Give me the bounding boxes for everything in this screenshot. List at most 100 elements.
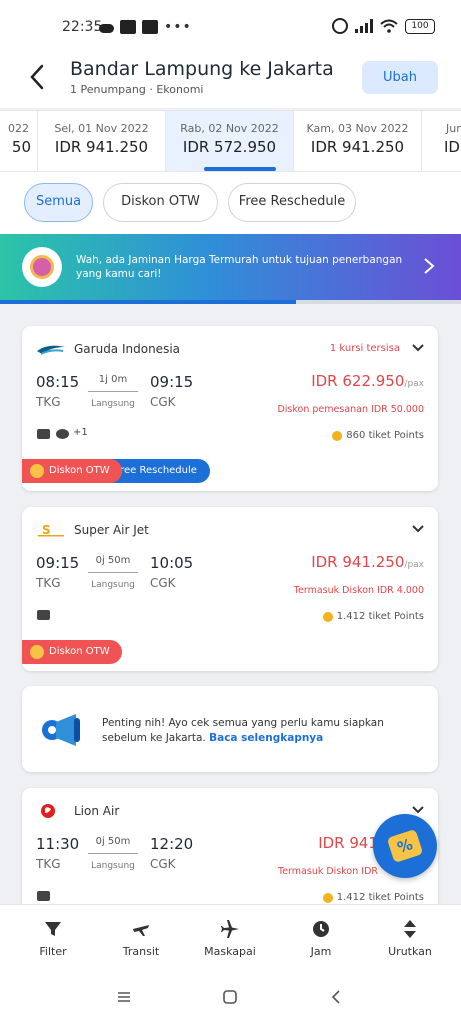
date-label: 022 xyxy=(8,122,29,135)
badge-icon xyxy=(22,247,62,287)
baggage-icon xyxy=(37,610,50,620)
chip-diskon-otw[interactable]: Diskon OTW xyxy=(103,183,218,222)
chip-free-reschedule[interactable]: Free Reschedule xyxy=(228,183,356,222)
diskon-otw-label: Diskon OTW xyxy=(49,646,110,657)
chevron-down-icon[interactable] xyxy=(411,805,425,815)
discount-coin-icon xyxy=(30,645,44,659)
route-line xyxy=(88,853,138,854)
transit-button[interactable]: Transit xyxy=(95,919,187,958)
baggage-icon xyxy=(37,891,50,901)
flight-price: IDR 941 xyxy=(318,834,378,852)
chevron-down-icon[interactable] xyxy=(411,524,425,534)
flight-type: Langsung xyxy=(91,399,135,409)
departure-code: TKG xyxy=(36,395,61,409)
chevron-right-icon xyxy=(424,258,435,274)
seats-left: 1 kursi tersisa xyxy=(329,343,400,354)
discount-text: Termasuk Diskon IDR 4.000 xyxy=(293,585,424,596)
filter-icon xyxy=(45,922,61,936)
filter-chips: Semua Diskon OTW Free Reschedule xyxy=(0,172,461,234)
arrival-code: CGK xyxy=(150,576,176,590)
points-info: 1.412 tiket Points xyxy=(322,611,424,622)
time-button[interactable]: Jam xyxy=(275,919,367,958)
youtube-icon xyxy=(142,20,158,34)
date-price: IDR 572.950 xyxy=(182,138,277,156)
alarm-icon xyxy=(332,18,348,34)
svg-text:S: S xyxy=(42,523,51,537)
recent-apps-icon[interactable] xyxy=(116,989,132,1005)
selected-indicator xyxy=(204,167,276,171)
status-notification-icons: ••• xyxy=(99,19,192,35)
flight-type: Langsung xyxy=(91,861,135,871)
arrival-code: CGK xyxy=(150,395,176,409)
departure-code: TKG xyxy=(36,857,61,871)
flight-price: IDR 941.250/pax xyxy=(311,553,424,571)
route-line xyxy=(88,572,138,573)
cloud-icon xyxy=(99,24,114,33)
date-price: IDR 941.250 xyxy=(310,138,405,156)
departure-code: TKG xyxy=(36,576,61,590)
points-info: 860 tiket Points xyxy=(332,430,424,441)
date-price: ID xyxy=(444,138,460,156)
date-label: Jum xyxy=(446,122,461,135)
transit-icon xyxy=(133,925,149,936)
date-option[interactable]: Kam, 03 Nov 2022 IDR 941.250 xyxy=(294,111,422,171)
back-arrow-icon[interactable] xyxy=(26,62,48,92)
price-value: IDR 941.250 xyxy=(311,553,405,571)
flight-duration: 1j 0m xyxy=(98,374,128,385)
destination-info-card[interactable]: Penting nih! Ayo cek semua yang perlu ka… xyxy=(22,686,438,772)
signal-icon xyxy=(355,19,373,33)
banner-text: Wah, ada Jaminan Harga Termurah untuk tu… xyxy=(76,254,403,280)
points-info: 1.412 tiket Points xyxy=(322,892,424,903)
garuda-logo-icon xyxy=(37,345,65,355)
departure-time: 11:30 xyxy=(36,835,80,853)
sort-icon xyxy=(404,920,416,938)
airline-name: Garuda Indonesia xyxy=(74,342,181,356)
airline-filter-button[interactable]: Maskapai xyxy=(184,919,276,958)
flight-card[interactable]: S Super Air Jet 09:15 TKG 0j 50m Langsun… xyxy=(22,507,438,671)
departure-time: 09:15 xyxy=(36,554,80,572)
date-option[interactable]: Jum ID xyxy=(422,111,461,171)
plane-icon xyxy=(221,920,239,938)
arrival-code: CGK xyxy=(150,857,176,871)
wifi-icon xyxy=(380,19,398,33)
flight-duration: 0j 50m xyxy=(95,555,131,566)
departure-time: 08:15 xyxy=(36,373,80,391)
airline-name: Lion Air xyxy=(74,804,120,818)
date-option[interactable]: 022 50 xyxy=(0,111,38,171)
chevron-down-icon[interactable] xyxy=(411,343,425,353)
price-unit: /pax xyxy=(404,379,424,389)
home-icon[interactable] xyxy=(222,989,238,1005)
flight-card[interactable]: Garuda Indonesia 1 kursi tersisa 08:15 T… xyxy=(22,326,438,491)
flight-duration: 0j 50m xyxy=(95,836,131,847)
route-line xyxy=(88,391,138,392)
points-text: 860 tiket Points xyxy=(346,430,424,441)
date-option-selected[interactable]: Rab, 02 Nov 2022 IDR 572.950 xyxy=(166,111,294,171)
status-system-icons: 100 xyxy=(332,18,435,34)
back-icon[interactable] xyxy=(328,989,344,1005)
date-selector: 022 50 Sel, 01 Nov 2022 IDR 941.250 Rab,… xyxy=(0,110,461,172)
diskon-otw-tag: Diskon OTW xyxy=(22,640,122,664)
sort-button[interactable]: Urutkan xyxy=(364,919,456,958)
edit-search-button[interactable]: Ubah xyxy=(362,61,438,94)
date-option[interactable]: Sel, 01 Nov 2022 IDR 941.250 xyxy=(38,111,166,171)
discount-fab-button[interactable]: % xyxy=(373,814,437,878)
date-label: Sel, 01 Nov 2022 xyxy=(54,122,149,135)
discount-coin-icon xyxy=(30,464,44,478)
lion-air-logo-icon xyxy=(41,804,55,818)
time-icon xyxy=(313,921,329,937)
flight-type: Langsung xyxy=(91,580,135,590)
discount-tag-icon: % xyxy=(386,829,424,863)
megaphone-icon xyxy=(42,714,80,746)
date-price: 50 xyxy=(11,138,31,156)
diskon-otw-label: Diskon OTW xyxy=(49,465,110,476)
chip-semua[interactable]: Semua xyxy=(24,183,93,222)
app-icon xyxy=(120,20,136,34)
status-time: 22:35 xyxy=(62,19,103,35)
points-coin-icon xyxy=(322,611,333,622)
read-more-link[interactable]: Baca selengkapnya xyxy=(209,732,323,744)
airline-name: Super Air Jet xyxy=(74,523,149,537)
price-guarantee-banner[interactable]: Wah, ada Jaminan Harga Termurah untuk tu… xyxy=(0,234,461,300)
filter-button[interactable]: Filter xyxy=(7,919,99,958)
meal-icon xyxy=(56,429,69,439)
battery-icon: 100 xyxy=(405,18,435,34)
